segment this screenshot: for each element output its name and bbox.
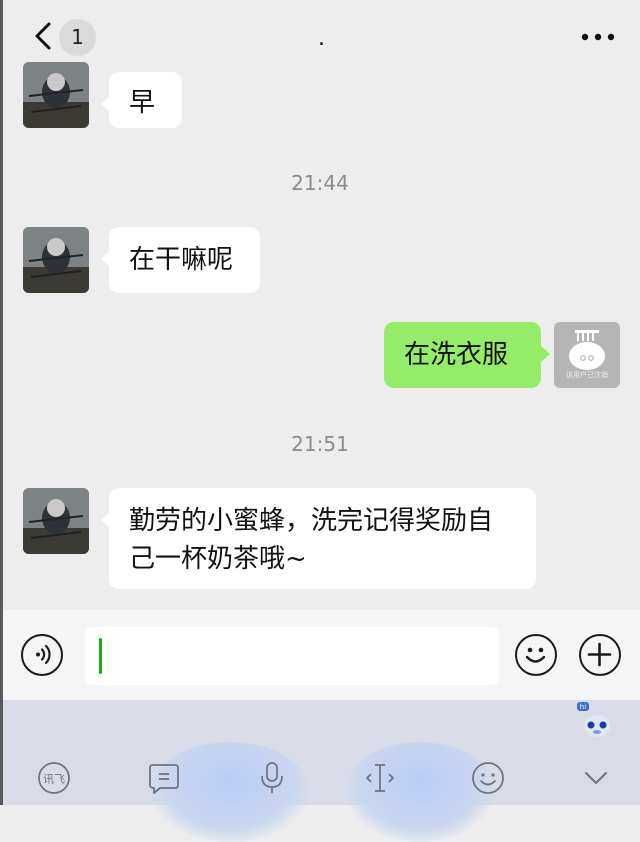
message-text: 在洗衣服 — [404, 340, 509, 370]
smile-icon[interactable] — [470, 760, 506, 796]
timestamp: 21:51 — [291, 432, 349, 456]
input-bar — [3, 610, 640, 700]
message-text: 早 — [129, 88, 156, 118]
message-text: 在干嘛呢 — [129, 245, 234, 275]
plus-icon — [587, 642, 612, 667]
add-button[interactable] — [579, 634, 621, 676]
message-bubble[interactable]: 早 — [101, 72, 182, 128]
emoji-icon — [525, 647, 546, 663]
keyboard-toolbar — [3, 700, 640, 805]
avatar-image — [23, 227, 89, 293]
unread-badge[interactable]: 1 — [59, 19, 96, 56]
text-caret — [99, 638, 102, 674]
chat-title: . — [318, 26, 325, 51]
emoji-button[interactable] — [515, 634, 557, 676]
message-bubble[interactable]: 勤劳的小蜜蜂，洗完记得奖励自 己一杯奶茶哦~ — [101, 488, 536, 589]
chat-header: 1 . — [3, 0, 640, 72]
message-line: 己一杯奶茶哦~ — [129, 544, 307, 574]
assistant-mascot-icon[interactable]: hi — [577, 702, 613, 742]
message-line: 勤劳的小蜜蜂，洗完记得奖励自 — [129, 506, 494, 536]
back-icon[interactable] — [27, 18, 63, 54]
avatar-image — [23, 62, 89, 128]
translate-icon[interactable]: 讯飞 — [36, 760, 72, 796]
message-icon[interactable] — [146, 760, 182, 796]
text-cursor-icon[interactable] — [362, 760, 398, 796]
my-message-bubble[interactable]: 在洗衣服 — [384, 322, 550, 388]
voice-icon — [36, 644, 51, 665]
voice-toggle-button[interactable] — [21, 634, 63, 676]
avatar-caption: 该用户已注销 — [566, 371, 608, 379]
timestamp: 21:44 — [291, 171, 349, 195]
avatar-image — [23, 488, 89, 554]
message-bubble[interactable]: 在干嘛呢 — [101, 227, 260, 293]
my-avatar[interactable]: 该用户已注销 — [554, 322, 620, 388]
more-icon[interactable] — [581, 33, 615, 41]
contact-avatar[interactable] — [23, 488, 89, 554]
svg-text:讯飞: 讯飞 — [43, 773, 65, 786]
mascot-hi-label: hi — [580, 703, 586, 711]
collapse-icon[interactable] — [578, 760, 614, 796]
contact-avatar[interactable] — [23, 227, 89, 293]
message-input[interactable] — [85, 627, 499, 685]
contact-avatar[interactable] — [23, 62, 89, 128]
mic-icon[interactable] — [254, 760, 290, 796]
